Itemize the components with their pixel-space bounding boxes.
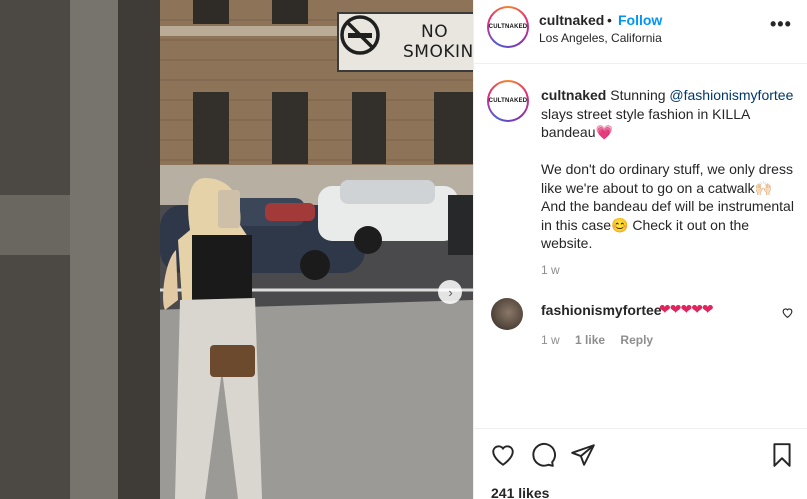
no-smoking-icon (340, 15, 380, 55)
share-icon[interactable] (570, 442, 596, 468)
post-sidebar: CULTNAKED cultnaked • Follow Los Angeles… (473, 0, 807, 499)
comment-text: ❤❤❤❤❤ (659, 301, 714, 317)
comment-icon[interactable] (530, 442, 556, 468)
avatar-logo-text: CULTNAKED (488, 98, 528, 104)
caption-avatar[interactable]: CULTNAKED (487, 80, 529, 122)
next-arrow-icon: › (448, 284, 453, 300)
avatar-inner: CULTNAKED (489, 82, 527, 120)
follow-separator: • (607, 12, 612, 28)
commenter-username[interactable]: fashionismyfortee (541, 302, 662, 318)
likes-count[interactable]: 241 likes (491, 485, 549, 499)
post-photo[interactable]: NO SMOKING › (0, 0, 473, 499)
bookmark-icon[interactable] (769, 442, 795, 468)
sign-line-1: NO (421, 22, 449, 42)
small-heart-icon[interactable] (781, 306, 794, 319)
action-bar: 241 likes (474, 428, 807, 499)
caption-timestamp[interactable]: 1 w (541, 263, 560, 277)
more-options-icon[interactable]: ••• (770, 14, 792, 35)
heart-icon[interactable] (490, 442, 516, 468)
comment-meta: 1 w 1 like Reply (541, 333, 665, 347)
author-avatar[interactable]: CULTNAKED (487, 6, 529, 48)
post-header: CULTNAKED cultnaked • Follow Los Angeles… (474, 0, 807, 64)
caption-text-after: slays street style fashion in KILLA band… (541, 105, 794, 252)
author-username[interactable]: cultnaked (539, 12, 604, 28)
post-container: NO SMOKING › CULTNAKED cultnaked • Follo… (0, 0, 807, 499)
next-photo-button[interactable]: › (438, 280, 462, 304)
avatar-logo-text: CULTNAKED (488, 24, 528, 30)
commenter-avatar[interactable] (491, 298, 523, 330)
sign-text: NO SMOKING (403, 22, 473, 62)
photo-scene (0, 0, 473, 499)
reply-button[interactable]: Reply (620, 333, 653, 347)
comment-timestamp[interactable]: 1 w (541, 333, 560, 347)
follow-button[interactable]: Follow (618, 12, 662, 28)
caption-username[interactable]: cultnaked (541, 87, 606, 103)
comment-likes[interactable]: 1 like (575, 333, 605, 347)
caption-text: cultnaked Stunning @fashionismyfortee sl… (541, 86, 801, 253)
caption-mention-link[interactable]: @fashionismyfortee (669, 87, 793, 103)
sign-line-2: SMOKING (403, 42, 473, 62)
post-location[interactable]: Los Angeles, California (539, 31, 662, 45)
avatar-inner: CULTNAKED (489, 8, 527, 46)
no-smoking-sign: NO SMOKING (337, 12, 473, 72)
caption-text-before: Stunning (606, 87, 670, 103)
